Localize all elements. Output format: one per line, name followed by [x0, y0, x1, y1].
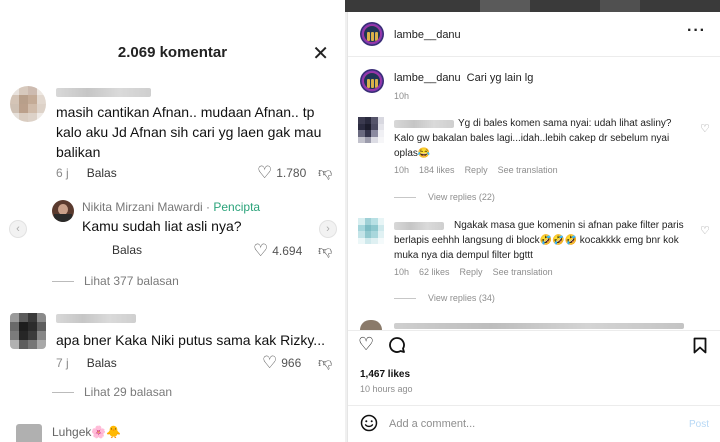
partial-username: Luhgek🌸🐥 — [52, 425, 122, 439]
comment-meta: 10h 184 likes Reply See translation — [394, 165, 568, 175]
reply-button[interactable]: Reply — [460, 267, 483, 277]
view-replies-link[interactable]: Lihat 29 balasan — [52, 385, 172, 399]
reply-button[interactable]: Balas — [112, 243, 142, 257]
creator-name[interactable]: Nikita Mirzani Mawardi — [82, 200, 203, 214]
heart-icon: ♡ — [262, 353, 278, 372]
like-count: 1.780 — [276, 165, 307, 180]
post-button[interactable]: Post — [689, 419, 709, 430]
creator-badge: Pencipta — [213, 200, 261, 214]
bookmark-icon[interactable] — [693, 337, 707, 359]
avatar[interactable] — [10, 86, 46, 122]
caption-username[interactable]: lambe__danu — [394, 72, 461, 84]
creator-avatar[interactable] — [52, 200, 74, 222]
comment-text: Yg di bales komen sama nyai: udah lihat … — [394, 118, 672, 159]
view-replies-link[interactable]: View replies (22) — [394, 192, 495, 202]
blurred-username — [56, 314, 136, 323]
dislike-icon[interactable]: 👎︎ — [318, 164, 332, 181]
comment-text: Kamu sudah liat asli nya? — [82, 218, 242, 234]
caption-text: Cari yg lain lg — [466, 72, 534, 84]
comment-like-icon[interactable]: ♡ — [700, 224, 710, 237]
comment-meta: 7 j Balas — [56, 356, 117, 370]
instagram-post-panel: lambe__danu ··· lambe__danu Cari yg lain … — [347, 12, 720, 442]
blurred-comment-preview — [394, 323, 684, 329]
avatar[interactable] — [16, 424, 42, 442]
heart-icon: ♡ — [253, 241, 269, 260]
reply-button[interactable]: Balas — [87, 166, 117, 180]
heart-icon: ♡ — [257, 163, 273, 182]
more-options-icon[interactable]: ··· — [687, 22, 706, 40]
heart-icon[interactable]: ♡ — [358, 334, 374, 355]
like-button[interactable]: ♡ 4.694 — [253, 242, 302, 259]
comment-time: 6 j — [56, 166, 69, 180]
caption-time: 10h — [394, 91, 410, 101]
like-count: 4.694 — [272, 243, 303, 258]
avatar[interactable] — [358, 218, 384, 244]
blurred-username — [56, 88, 151, 97]
reply-button[interactable]: Balas — [87, 356, 117, 370]
comment-text: apa bner Kaka Niki putus sama kak Rizky.… — [56, 332, 325, 348]
profile-avatar[interactable] — [360, 22, 384, 46]
add-comment-input[interactable]: Add a comment... — [389, 418, 475, 430]
creator-name-line: Nikita Mirzani Mawardi · Pencipta — [82, 200, 261, 214]
comment-meta: 10h 62 likes Reply See translation — [394, 267, 563, 277]
comment-icon[interactable] — [388, 336, 406, 359]
comment-text: Ngakak masa gue komenin si afnan pake fi… — [394, 220, 684, 261]
post-time: 10 hours ago — [360, 384, 413, 394]
comment-time: 10h — [394, 267, 410, 277]
like-button[interactable]: ♡ 1.780 — [257, 164, 306, 181]
dislike-icon[interactable]: 👎︎ — [318, 354, 332, 371]
comment-text: masih cantikan Afnan.. mudaan Afnan.. tp… — [56, 104, 322, 160]
avatar[interactable] — [360, 320, 382, 330]
comment-time: 10h — [394, 165, 410, 175]
comment-likes[interactable]: 184 likes — [419, 165, 455, 175]
comments-count-title: 2.069 komentar — [117, 44, 228, 61]
likes-count[interactable]: 1,467 likes — [360, 369, 410, 380]
comment-time: 7 j — [56, 356, 69, 370]
reply-button[interactable]: Reply — [465, 165, 488, 175]
close-icon[interactable]: ✕ — [312, 41, 329, 66]
comment-meta: 6 j Balas — [56, 166, 117, 180]
view-replies-link[interactable]: Lihat 377 balasan — [52, 274, 179, 288]
caption-avatar[interactable] — [360, 69, 384, 93]
like-button[interactable]: ♡ 966 — [262, 354, 301, 371]
caption-line: lambe__danu Cari yg lain lg — [394, 72, 533, 84]
view-replies-link[interactable]: View replies (34) — [394, 293, 495, 303]
see-translation-link[interactable]: See translation — [498, 165, 558, 175]
comments-header: 2.069 komentar ✕ — [0, 12, 345, 66]
comment-meta: Balas — [82, 243, 142, 257]
next-arrow-icon[interactable]: › — [319, 220, 337, 238]
like-count: 966 — [281, 355, 302, 370]
prev-arrow-icon[interactable]: ‹ — [9, 220, 27, 238]
comment-likes[interactable]: 62 likes — [419, 267, 450, 277]
avatar[interactable] — [10, 313, 46, 349]
see-translation-link[interactable]: See translation — [493, 267, 553, 277]
emoji-icon[interactable] — [360, 414, 378, 437]
dislike-icon[interactable]: 👎︎ — [318, 242, 332, 259]
avatar[interactable] — [358, 117, 384, 143]
comment-like-icon[interactable]: ♡ — [700, 122, 710, 135]
header-username[interactable]: lambe__danu — [394, 29, 461, 41]
tiktok-comments-panel: 2.069 komentar ✕ masih cantikan Afnan.. … — [0, 0, 345, 442]
